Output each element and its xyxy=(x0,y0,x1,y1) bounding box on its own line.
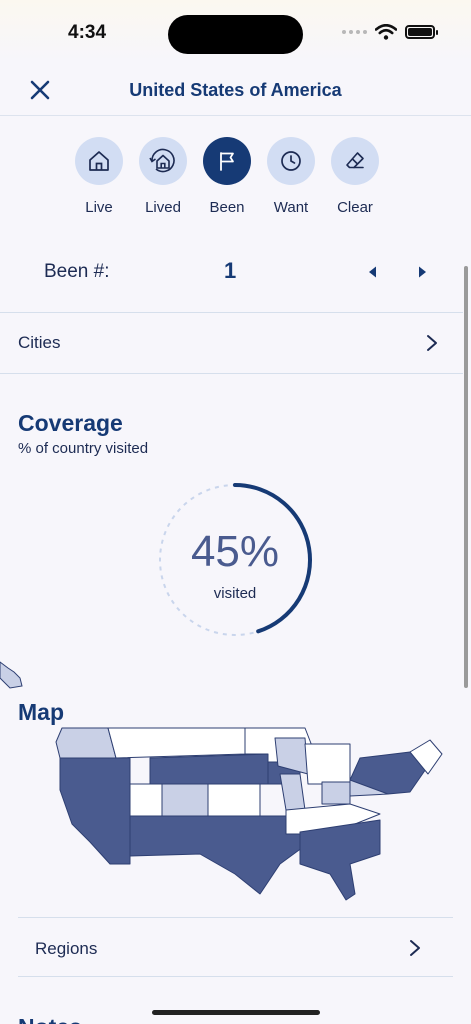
page-title: United States of America xyxy=(129,80,342,100)
decrement-arrow-icon[interactable] xyxy=(366,265,380,279)
status-label: Lived xyxy=(145,199,181,216)
status-circle[interactable] xyxy=(75,137,123,185)
status-clear-button[interactable]: Clear xyxy=(331,137,379,216)
status-label: Live xyxy=(85,199,113,216)
status-lived-button[interactable]: Lived xyxy=(139,137,187,216)
chevron-right-icon xyxy=(410,940,420,956)
status-circle[interactable] xyxy=(331,137,379,185)
house-icon xyxy=(89,151,109,171)
chevron-right-icon xyxy=(427,335,437,351)
map-region-utah xyxy=(129,783,163,817)
map-fragment xyxy=(0,661,23,689)
status-bar: 4:34 xyxy=(0,0,471,60)
signal-icon xyxy=(342,30,367,34)
been-value: 1 xyxy=(224,258,237,283)
status-circle[interactable] xyxy=(267,137,315,185)
been-label: Been #: xyxy=(44,261,110,282)
us-map xyxy=(55,727,443,901)
flag-icon xyxy=(220,152,234,171)
map-region-great-lakes xyxy=(304,743,351,785)
coverage-subtitle: % of country visited xyxy=(18,440,149,457)
eraser-icon xyxy=(346,152,364,169)
coverage-visited-label: visited xyxy=(213,585,257,602)
divider xyxy=(0,373,463,374)
map-region-southeast xyxy=(299,819,381,901)
increment-arrow-icon[interactable] xyxy=(415,265,429,279)
status-been-button[interactable]: Been xyxy=(203,137,251,216)
house-history-icon xyxy=(149,148,175,173)
nav-bar: United States of America xyxy=(0,60,471,116)
regions-label: Regions xyxy=(35,939,98,958)
map-region-west xyxy=(59,757,131,865)
regions-row[interactable]: Regions xyxy=(18,917,453,977)
status-circle-active[interactable] xyxy=(203,137,251,185)
status-label: Want xyxy=(273,199,309,216)
coverage-title: Coverage xyxy=(18,410,123,436)
wifi-icon xyxy=(375,24,397,40)
map-region-mountain-north xyxy=(107,727,246,759)
scrollbar[interactable] xyxy=(464,266,468,688)
status-label: Been xyxy=(209,199,245,216)
map-region-illinois xyxy=(279,773,306,811)
status-time: 4:34 xyxy=(68,22,107,43)
been-counter: Been #: 1 xyxy=(0,258,471,288)
home-indicator[interactable] xyxy=(152,1010,320,1015)
map-region-colorado xyxy=(161,783,209,817)
map-title: Map xyxy=(18,699,64,725)
status-live-button[interactable]: Live xyxy=(75,137,123,216)
status-want-button[interactable]: Want xyxy=(267,137,315,216)
battery-icon xyxy=(405,25,438,39)
map-region-northwest xyxy=(55,727,117,759)
coverage-percent: 45% xyxy=(190,527,280,576)
dynamic-island xyxy=(168,15,303,54)
status-label: Clear xyxy=(337,199,373,216)
status-circle[interactable] xyxy=(139,137,187,185)
status-icons xyxy=(342,24,438,40)
cities-row[interactable]: Cities xyxy=(0,313,463,373)
map-region-plains xyxy=(149,753,269,785)
clock-icon xyxy=(281,151,301,171)
cities-label: Cities xyxy=(18,333,61,352)
map-region-kansas xyxy=(207,783,261,817)
map-region-ohio xyxy=(321,781,351,805)
status-selector: Live Lived Been Want Clear xyxy=(75,137,379,216)
map-region-southwest xyxy=(129,815,311,895)
notes-title: Notes xyxy=(18,1014,82,1024)
